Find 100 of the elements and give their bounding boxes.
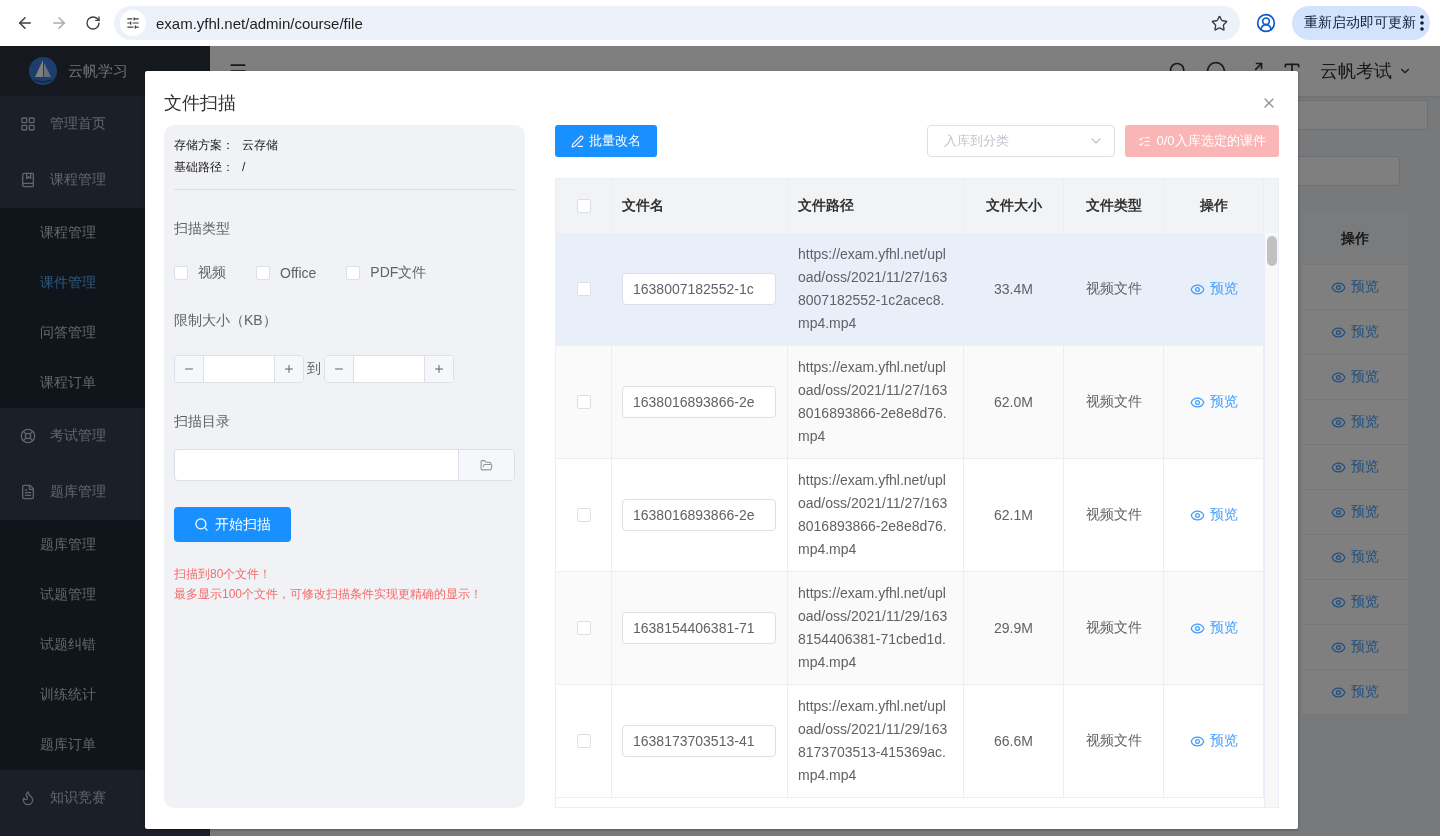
info-label: 基础路径：	[174, 159, 234, 176]
preview-link[interactable]: 预览	[1331, 638, 1379, 656]
info-label: 存储方案：	[174, 137, 234, 154]
file-size: 62.0M	[994, 394, 1033, 410]
checkbox[interactable]	[346, 266, 361, 280]
file-path: https://exam.yfhl.net/upload/oss/2021/11/27/1638007182552-1c2acec8.mp4.mp4	[798, 245, 949, 333]
preview-link[interactable]: 预览	[1331, 503, 1379, 521]
increment-button[interactable]	[425, 356, 453, 382]
eye-icon	[1189, 394, 1205, 410]
scan-message: 扫描到80个文件！	[174, 566, 273, 583]
preview-link[interactable]: 预览	[1331, 458, 1379, 476]
checkbox-label: 视频	[198, 264, 226, 282]
grid-icon	[20, 116, 36, 132]
eye-icon	[1189, 733, 1205, 749]
folder-button[interactable]	[458, 450, 514, 480]
preview-link[interactable]: 预览	[1189, 506, 1238, 524]
logo-icon	[28, 56, 58, 86]
file-type: 视频文件	[1085, 393, 1142, 411]
plus-icon	[433, 363, 445, 375]
preview-link[interactable]: 预览	[1189, 280, 1238, 298]
flame-icon	[20, 790, 36, 806]
number-input[interactable]	[324, 355, 454, 383]
eye-icon	[1331, 414, 1346, 430]
eye-icon	[1189, 507, 1205, 523]
eye-icon	[1331, 594, 1346, 610]
section-label: 扫描类型	[174, 219, 231, 238]
decrement-button[interactable]	[325, 356, 353, 382]
site-settings-button[interactable]	[120, 10, 146, 36]
rename-button[interactable]: 批量改名	[555, 125, 657, 157]
folder-icon	[480, 458, 493, 472]
section-label: 限制大小（KB）	[174, 311, 278, 330]
eye-icon	[1331, 504, 1346, 520]
row-checkbox[interactable]	[576, 282, 591, 296]
preview-link[interactable]: 预览	[1331, 278, 1379, 296]
sidebar-item[interactable]: 知识竞赛	[0, 770, 210, 826]
preview-link[interactable]: 预览	[1331, 368, 1379, 386]
file-path: https://exam.yfhl.net/upload/oss/2021/11/29/1638173703513-415369ac.mp4.mp4	[798, 697, 949, 785]
eye-icon	[1331, 279, 1346, 295]
eye-icon	[1331, 639, 1346, 655]
eye-icon	[1331, 549, 1346, 565]
file-name-field[interactable]: 1638173703513-41	[622, 725, 776, 757]
row-checkbox[interactable]	[576, 508, 591, 522]
more-icon	[1420, 15, 1424, 31]
preview-link[interactable]: 预览	[1331, 413, 1379, 431]
plus-icon	[283, 363, 295, 375]
scrollbar-thumb[interactable]	[1267, 236, 1277, 266]
file-path: https://exam.yfhl.net/upload/oss/2021/11/27/1638016893866-2e8e8d76.mp4	[798, 358, 949, 446]
scan-button[interactable]: 开始扫描	[174, 507, 291, 542]
preview-link[interactable]: 预览	[1331, 548, 1379, 566]
file-path: https://exam.yfhl.net/upload/oss/2021/11/27/1638016893866-2e8e8d76.mp4.mp4	[798, 471, 949, 559]
scan-message: 最多显示100个文件，可修改扫描条件实现更精确的显示！	[174, 586, 484, 603]
column-header: 文件大小	[985, 197, 1042, 215]
column-header: 文件类型	[1085, 197, 1142, 215]
url-text: exam.yfhl.net/admin/course/file	[156, 14, 364, 32]
range-separator: 到	[307, 360, 321, 378]
user-menu[interactable]: 云帆考试	[1320, 59, 1412, 83]
section-label: 扫描目录	[174, 412, 231, 431]
pen-icon	[571, 134, 584, 148]
file-path: https://exam.yfhl.net/upload/oss/2021/11/29/1638154406381-71cbed1d.mp4.mp4	[798, 584, 949, 672]
file-name-field[interactable]: 1638016893866-2e	[622, 499, 776, 531]
address-bar[interactable]: exam.yfhl.net/admin/course/file	[114, 6, 1240, 40]
lifebuoy-icon	[20, 428, 36, 444]
row-checkbox[interactable]	[576, 621, 591, 635]
eye-icon	[1189, 281, 1205, 297]
checkbox[interactable]	[174, 266, 188, 280]
preview-link[interactable]: 预览	[1331, 593, 1379, 611]
star-icon[interactable]	[1211, 14, 1228, 32]
eye-icon	[1331, 684, 1346, 700]
preview-link[interactable]: 预览	[1189, 393, 1238, 411]
sliders-icon	[126, 16, 140, 30]
file-name-field[interactable]: 1638154406381-71	[622, 612, 776, 644]
preview-link[interactable]: 预览	[1189, 619, 1238, 637]
dialog-title: 文件扫描	[164, 92, 236, 115]
preview-link[interactable]: 预览	[1189, 732, 1238, 750]
select-all-checkbox[interactable]	[576, 199, 591, 213]
search-icon	[194, 517, 209, 532]
checkbox-label: PDF文件	[370, 264, 427, 282]
file-type: 视频文件	[1085, 732, 1142, 750]
checkbox[interactable]	[256, 266, 270, 280]
number-input[interactable]	[174, 355, 304, 383]
file-size: 33.4M	[994, 281, 1033, 297]
file-name-field[interactable]: 1638016893866-2e	[622, 386, 776, 418]
preview-link[interactable]: 预览	[1331, 683, 1379, 701]
increment-button[interactable]	[275, 356, 303, 382]
file-type: 视频文件	[1085, 506, 1142, 524]
preview-link[interactable]: 预览	[1331, 323, 1379, 341]
info-value: 云存储	[242, 137, 278, 154]
profile-icon[interactable]	[1256, 13, 1276, 33]
row-checkbox[interactable]	[576, 395, 591, 409]
book-icon	[20, 172, 36, 188]
column-header: 文件路径	[798, 197, 854, 215]
file-type: 视频文件	[1085, 619, 1142, 637]
file-name-field[interactable]: 1638007182552-1c	[622, 273, 776, 305]
directory-field[interactable]	[174, 449, 515, 481]
forward-arrow-icon	[50, 14, 68, 32]
update-button[interactable]: 重新启动即可更新	[1292, 6, 1430, 40]
decrement-button[interactable]	[175, 356, 203, 382]
row-checkbox[interactable]	[576, 734, 591, 748]
category-select[interactable]: 入库到分类	[927, 125, 1115, 157]
eye-icon	[1331, 459, 1346, 475]
